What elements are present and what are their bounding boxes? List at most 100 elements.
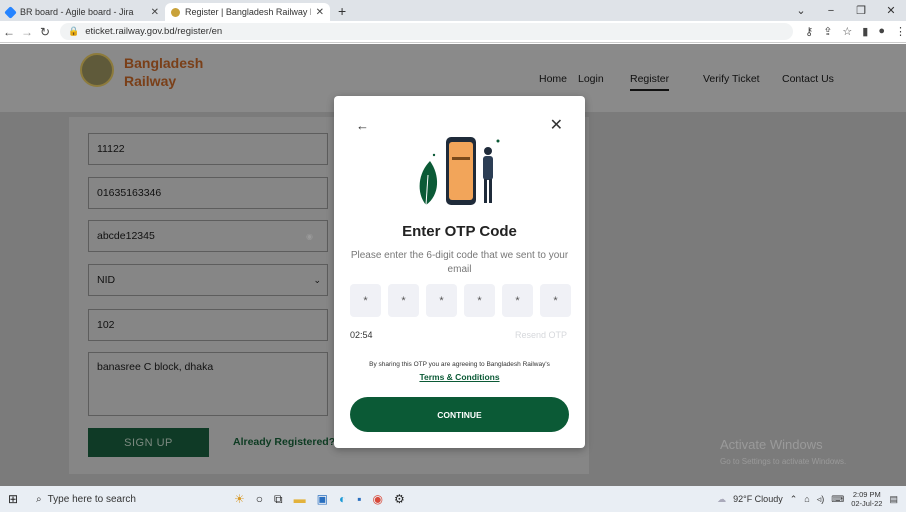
nav-contact-us[interactable]: Contact Us [782, 73, 834, 85]
taskbar-apps: ☀ ○ ⧉ ▬ ▣ ◐ ▪ ◉ ⚙ [234, 492, 405, 507]
otp-digit-4[interactable]: * [464, 284, 495, 317]
nav-login[interactable]: Login [578, 73, 604, 85]
clock-time: 2:09 PM [852, 490, 881, 499]
brand-line1: Bangladesh [124, 55, 204, 71]
field-value: 11122 [97, 143, 125, 155]
terms-link[interactable]: Terms & Conditions [334, 372, 585, 382]
toolbar-icons: ⚷ ⇪ ☆ ▮ ● ⋮ [805, 25, 906, 38]
field-value: 01635163346 [97, 187, 162, 199]
clock-date: 02-Jul-22 [851, 499, 883, 508]
tab-title: BR board - Agile board - Jira [20, 7, 134, 17]
search-placeholder: Type here to search [47, 493, 136, 505]
address-field[interactable]: banasree C block, dhaka [88, 352, 328, 416]
otp-digit-3[interactable]: * [426, 284, 457, 317]
field-value: banasree C block, dhaka [97, 361, 214, 373]
nav-home[interactable]: Home [539, 73, 567, 85]
windows-start-icon[interactable]: ⊞ [0, 492, 26, 506]
system-tray: ☁ 92°F Cloudy ⌃ ⌂ ◃) ⌨ 2:09 PM 02-Jul-22… [717, 486, 898, 512]
id-type-select[interactable]: NID ⌄ [88, 264, 328, 296]
jira-icon [4, 5, 17, 19]
address-bar: ← → ↻ 🔒 eticket.railway.gov.bd/register/… [0, 21, 906, 43]
otp-illustration [419, 137, 500, 206]
forward-icon[interactable]: → [18, 25, 36, 39]
weather-widget-icon[interactable]: ☀ [234, 492, 245, 507]
search-icon: ⌕ [36, 493, 42, 505]
chevron-down-icon: ⌄ [313, 274, 321, 285]
otp-digit-6[interactable]: * [540, 284, 571, 317]
close-icon[interactable]: ✕ [151, 7, 159, 18]
field-value: NID [97, 274, 116, 286]
url-text: eticket.railway.gov.bd/register/en [85, 26, 223, 37]
close-icon[interactable]: ✕ [550, 115, 563, 135]
edge-icon[interactable]: ◐ [339, 492, 346, 507]
brand-line2: Railway [124, 73, 177, 89]
activate-windows-title: Activate Windows [720, 437, 823, 452]
field-value: 102 [97, 319, 115, 331]
star-icon[interactable]: ☆ [842, 25, 852, 38]
form-field[interactable]: 11122 [88, 133, 328, 165]
otp-timer: 02:54 [350, 330, 373, 340]
already-registered-link[interactable]: Already Registered? [233, 436, 335, 448]
nav-verify-ticket[interactable]: Verify Ticket [703, 73, 760, 85]
url-field[interactable]: 🔒 eticket.railway.gov.bd/register/en [60, 23, 794, 40]
otp-input-row: * * * * * * [350, 284, 571, 317]
photos-icon[interactable]: ▪ [357, 492, 361, 507]
eye-icon[interactable]: ◉ [306, 232, 313, 241]
activate-windows-sub: Go to Settings to activate Windows. [720, 457, 847, 466]
resend-otp-link[interactable]: Resend OTP [515, 330, 567, 340]
otp-digit-5[interactable]: * [502, 284, 533, 317]
modal-subtitle: Please enter the 6-digit code that we se… [350, 250, 569, 275]
mobile-field[interactable]: 01635163346 [88, 177, 328, 209]
password-field[interactable]: abcde12345 ◉ [88, 220, 328, 252]
file-explorer-icon[interactable]: ▬ [294, 492, 306, 507]
otp-digit-2[interactable]: * [388, 284, 419, 317]
restore-icon[interactable]: ❐ [846, 4, 876, 17]
task-view-icon[interactable]: ⧉ [274, 492, 283, 507]
taskbar-search[interactable]: ⌕ Type here to search [26, 494, 216, 505]
weather-icon: ☁ [717, 493, 727, 504]
keyboard-icon[interactable]: ⌨ [831, 494, 844, 505]
notifications-icon[interactable]: ▤ [889, 494, 898, 505]
taskbar: ⊞ ⌕ Type here to search ☀ ○ ⧉ ▬ ▣ ◐ ▪ ◉ … [0, 486, 906, 512]
window-controls: ⌄ − ❐ ✕ [786, 0, 906, 21]
continue-button[interactable]: CONTINUE [350, 397, 569, 432]
key-icon[interactable]: ⚷ [805, 25, 813, 38]
share-icon[interactable]: ⇪ [823, 25, 832, 38]
agreement-text: By sharing this OTP you are agreeing to … [369, 361, 550, 368]
weather-text[interactable]: 92°F Cloudy [733, 494, 783, 504]
reload-icon[interactable]: ↻ [36, 25, 54, 39]
clock[interactable]: 2:09 PM 02-Jul-22 [851, 490, 882, 508]
nav-register[interactable]: Register [630, 73, 670, 91]
sign-up-button[interactable]: SIGN UP [88, 428, 209, 457]
chrome-icon[interactable]: ◉ [372, 492, 382, 507]
back-arrow-icon[interactable]: ← [356, 118, 369, 133]
otp-modal: ← ✕ Enter OTP Code Please enter the 6-di… [334, 96, 585, 448]
volume-icon[interactable]: ◃) [817, 494, 825, 505]
close-icon[interactable]: ✕ [316, 7, 324, 18]
new-tab-button[interactable]: + [330, 3, 354, 21]
sidebar-icon[interactable]: ▮ [862, 25, 868, 38]
browser-tab-strip: BR board - Agile board - Jira ✕ Register… [0, 0, 906, 21]
tab-title: Register | Bangladesh Railway E- [185, 7, 311, 17]
id-number-field[interactable]: 102 [88, 309, 328, 341]
tab-register[interactable]: Register | Bangladesh Railway E- ✕ [165, 3, 330, 21]
settings-icon[interactable]: ⚙ [394, 492, 405, 507]
modal-title: Enter OTP Code [402, 223, 517, 240]
brand-name[interactable]: Bangladesh Railway [124, 54, 203, 90]
lock-icon: 🔒 [68, 26, 80, 36]
network-icon[interactable]: ⌂ [804, 494, 809, 504]
menu-icon[interactable]: ⋮ [895, 25, 906, 38]
field-value: abcde12345 [97, 230, 155, 242]
railway-logo[interactable] [80, 53, 114, 87]
chevron-up-icon[interactable]: ⌃ [790, 494, 798, 505]
otp-digit-1[interactable]: * [350, 284, 381, 317]
back-icon[interactable]: ← [0, 25, 18, 39]
chevron-down-icon[interactable]: ⌄ [786, 4, 816, 17]
close-icon[interactable]: ✕ [876, 4, 906, 17]
tab-jira[interactable]: BR board - Agile board - Jira ✕ [0, 3, 165, 21]
minimize-icon[interactable]: − [816, 5, 846, 17]
railway-icon [171, 7, 180, 17]
extension-icon[interactable]: ● [878, 25, 885, 38]
cortana-icon[interactable]: ○ [256, 492, 263, 507]
store-icon[interactable]: ▣ [317, 492, 328, 507]
